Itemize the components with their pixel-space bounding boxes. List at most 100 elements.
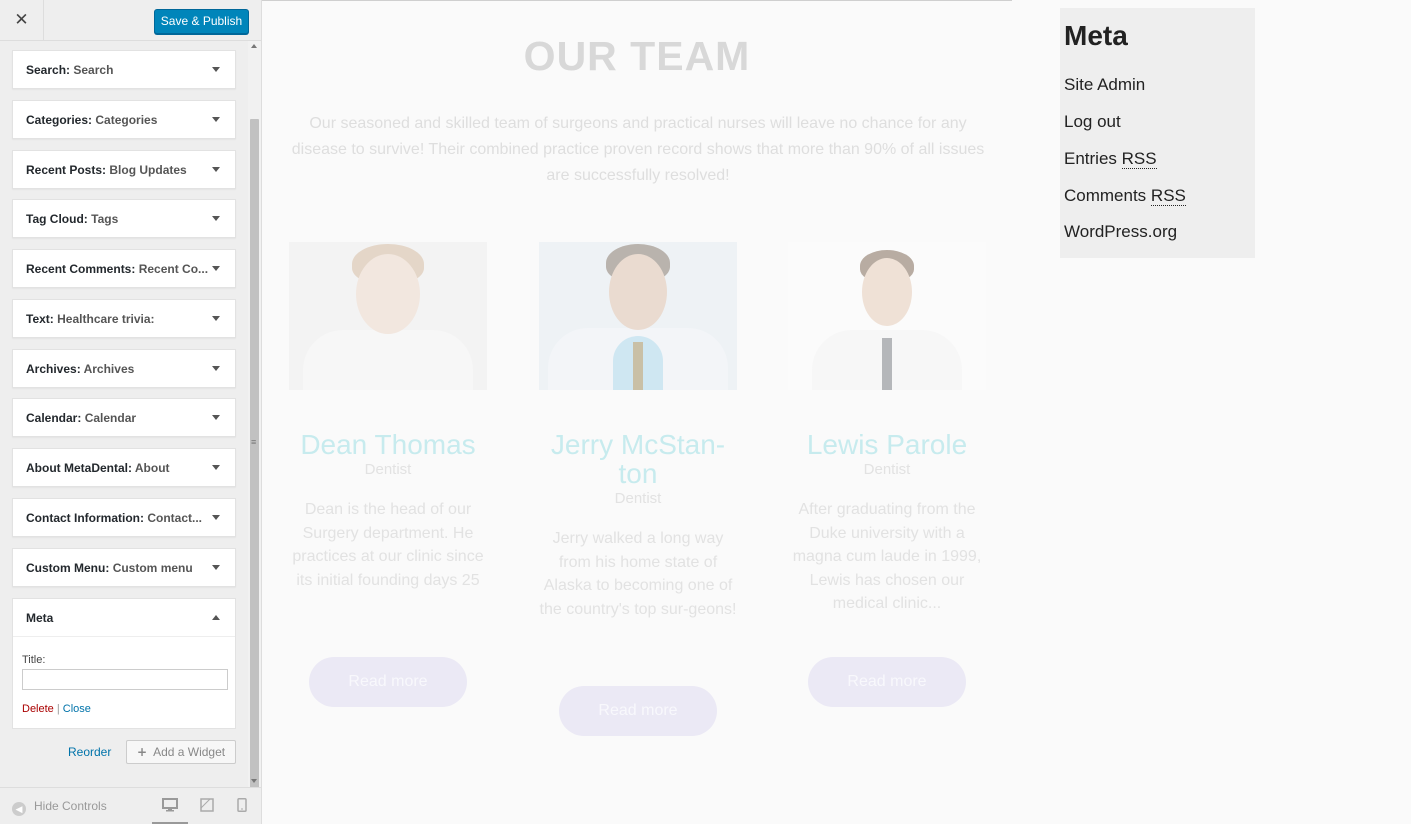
panel-header: ✕ Save & Publish [0, 0, 261, 41]
scrollbar-thumb[interactable] [250, 119, 259, 809]
entries-rss-link[interactable]: Entries RSS [1064, 149, 1157, 169]
customizer-app: ✕ Save & Publish Search: Search Categori… [0, 0, 1411, 824]
expand-arrow-icon[interactable] [212, 67, 220, 72]
widget-instance: Archives [83, 362, 135, 376]
expand-arrow-icon[interactable] [212, 117, 220, 122]
widget-type: About MetaDental [26, 461, 128, 475]
widget-search[interactable]: Search: Search [12, 50, 236, 89]
expand-arrow-icon[interactable] [212, 167, 220, 172]
member-bio: Dean is the head of our Surgery departme… [292, 501, 484, 589]
widget-calendar[interactable]: Calendar: Calendar [12, 398, 236, 437]
member-name: Dean Thomas [300, 429, 476, 460]
link-separator: | [56, 703, 60, 715]
tablet-preview-icon[interactable] [200, 798, 216, 812]
widget-instance: Search [73, 63, 114, 77]
customizer-panel: ✕ Save & Publish Search: Search Categori… [0, 0, 262, 824]
panel-footer: ◀ Hide Controls [0, 787, 261, 824]
expand-arrow-icon[interactable] [212, 366, 220, 371]
widget-recent-posts[interactable]: Recent Posts: Blog Updates [12, 150, 236, 189]
widget-custom-menu[interactable]: Custom Menu: Custom menu [12, 548, 236, 587]
team-title: OUR TEAM [523, 33, 751, 79]
title-input[interactable] [22, 669, 228, 690]
expand-arrow-icon[interactable] [212, 565, 220, 570]
close-link[interactable]: Close [63, 703, 91, 715]
widget-type: Archives [26, 362, 77, 376]
log-out-link[interactable]: Log out [1064, 112, 1121, 132]
plus-icon: + [137, 745, 148, 759]
read-more-button[interactable]: Read more [808, 657, 966, 707]
widget-archives[interactable]: Archives: Archives [12, 349, 236, 388]
widget-type: Calendar [26, 411, 78, 425]
widget-type: Recent Comments [26, 262, 132, 276]
widget-instance: About [134, 461, 170, 475]
collapse-circle-icon: ◀ [12, 802, 26, 816]
panel-scrollbar[interactable]: ≡ [248, 41, 261, 809]
hide-controls-button[interactable]: ◀ Hide Controls [12, 799, 107, 816]
member-name: Lewis Parole [806, 429, 968, 460]
mobile-preview-icon[interactable] [237, 798, 253, 812]
widget-instance: Custom menu [112, 561, 193, 575]
widget-instance: Healthcare trivia: [57, 312, 155, 326]
widget-meta-expanded: Meta Title: Delete | Close [12, 598, 236, 729]
member-role: Dentist [863, 461, 911, 478]
widget-text[interactable]: Text: Healthcare trivia: [12, 299, 236, 338]
site-preview: OUR TEAM Our seasoned and skilled team o… [262, 0, 1411, 824]
hide-controls-label: Hide Controls [34, 799, 107, 813]
title-label: Title: [22, 654, 46, 666]
member-bio: After graduating from the Duke universit… [792, 501, 982, 612]
scroll-up-icon[interactable] [251, 44, 257, 48]
widget-type: Categories [26, 113, 89, 127]
widget-type: Search [26, 63, 67, 77]
widget-type: Meta [26, 611, 54, 625]
widget-categories[interactable]: Categories: Categories [12, 100, 236, 139]
widget-instance: Categories [95, 113, 158, 127]
read-more-button[interactable]: Read more [309, 657, 467, 707]
member-photo [539, 242, 737, 390]
member-name: Jerry McStan-ton [550, 429, 726, 489]
expand-arrow-icon[interactable] [212, 465, 220, 470]
meta-heading: Meta [1064, 20, 1128, 51]
widget-instance: Tags [91, 212, 119, 226]
widget-meta-header[interactable]: Meta [13, 599, 235, 637]
widget-contact-information[interactable]: Contact Information: Contact... [12, 498, 236, 537]
collapse-arrow-icon[interactable] [212, 615, 220, 620]
member-bio: Jerry walked a long way from his home st… [539, 530, 737, 618]
member-role: Dentist [364, 461, 412, 478]
team-intro: Our seasoned and skilled team of surgeon… [291, 115, 985, 184]
reorder-link[interactable]: Reorder [68, 745, 111, 759]
widget-type: Tag Cloud [26, 212, 84, 226]
widget-instance: Blog Updates [109, 163, 187, 177]
scroll-down-icon[interactable] [251, 779, 257, 783]
widget-type: Text [26, 312, 50, 326]
comments-rss-link[interactable]: Comments RSS [1064, 186, 1186, 206]
expand-arrow-icon[interactable] [212, 266, 220, 271]
widget-recent-comments[interactable]: Recent Comments: Recent Co... [12, 249, 236, 288]
meta-sidebar-widget: Meta Site Admin Log out Entries RSS Comm… [1060, 8, 1255, 258]
widget-type: Recent Posts [26, 163, 103, 177]
expand-arrow-icon[interactable] [212, 316, 220, 321]
add-widget-button[interactable]: + Add a Widget [126, 740, 236, 764]
team-member-card: Lewis Parole Dentist After graduating fr… [788, 242, 986, 707]
grip-icon: ≡ [251, 437, 257, 447]
team-member-card: Dean Thomas Dentist Dean is the head of … [289, 242, 487, 707]
widget-instance: Calendar [84, 411, 137, 425]
member-role: Dentist [614, 490, 662, 507]
desktop-preview-icon[interactable] [152, 798, 188, 824]
expand-arrow-icon[interactable] [212, 415, 220, 420]
delete-link[interactable]: Delete [22, 703, 54, 715]
add-widget-label: Add a Widget [153, 745, 226, 759]
site-admin-link[interactable]: Site Admin [1064, 75, 1145, 95]
expand-arrow-icon[interactable] [212, 216, 220, 221]
wordpress-org-link[interactable]: WordPress.org [1064, 222, 1177, 242]
divider [262, 0, 1012, 1]
read-more-button[interactable]: Read more [559, 686, 717, 736]
save-publish-button[interactable]: Save & Publish [154, 9, 249, 34]
team-member-card: Jerry McStan-ton Dentist Jerry walked a … [539, 242, 737, 736]
widget-tag-cloud[interactable]: Tag Cloud: Tags [12, 199, 236, 238]
widget-about[interactable]: About MetaDental: About [12, 448, 236, 487]
widget-instance: Contact... [147, 511, 203, 525]
widget-instance: Recent Co... [138, 262, 209, 276]
close-customizer-button[interactable]: ✕ [0, 0, 44, 41]
member-photo [788, 242, 986, 390]
expand-arrow-icon[interactable] [212, 515, 220, 520]
